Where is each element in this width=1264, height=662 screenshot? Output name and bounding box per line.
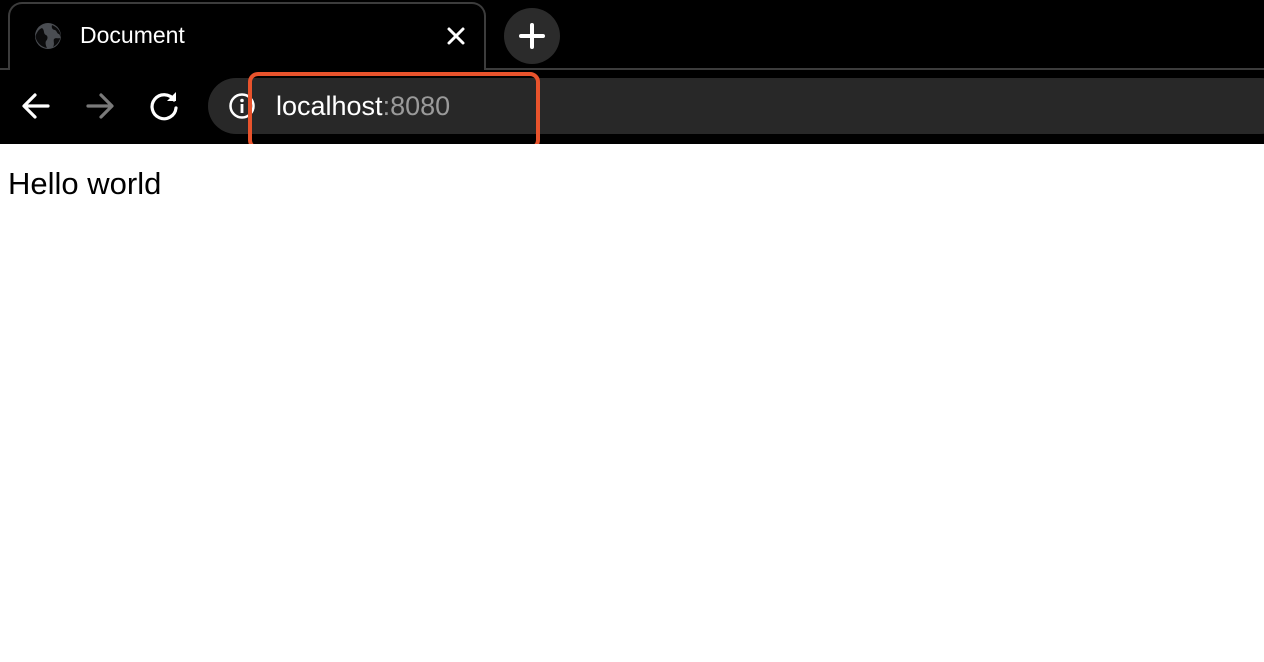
address-bar[interactable]: localhost:8080 — [208, 78, 1264, 134]
tab-strip-divider — [486, 68, 1264, 70]
forward-button[interactable] — [82, 88, 118, 124]
info-icon[interactable] — [228, 92, 256, 120]
tab-title: Document — [80, 22, 185, 48]
page-content: Hello world — [0, 144, 1264, 662]
back-button[interactable] — [18, 88, 54, 124]
plus-icon — [519, 23, 545, 49]
close-icon[interactable] — [440, 20, 472, 52]
page-body-text: Hello world — [8, 166, 162, 201]
new-tab-button[interactable] — [504, 8, 560, 64]
url-port: :8080 — [382, 91, 451, 121]
browser-chrome: Document localhost:8080 — [0, 0, 1264, 150]
url-text[interactable]: localhost:8080 — [276, 91, 450, 121]
url-host: localhost — [276, 91, 383, 121]
reload-button[interactable] — [146, 88, 182, 124]
globe-icon — [35, 23, 61, 49]
tab-document[interactable]: Document — [8, 2, 486, 70]
